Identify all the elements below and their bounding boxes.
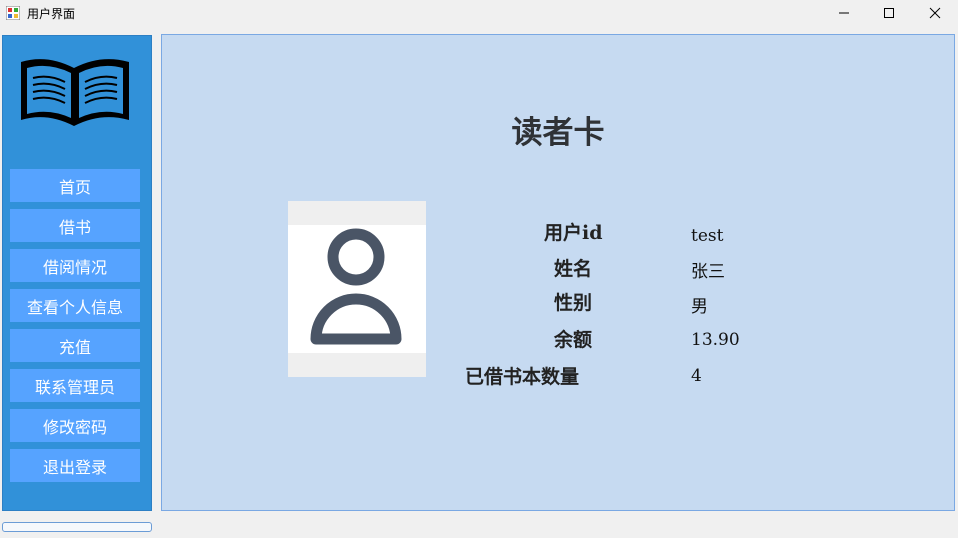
- close-icon: [929, 7, 941, 19]
- window-title: 用户界面: [27, 7, 76, 21]
- field-label-borrowed-count: 已借书本数量: [465, 366, 580, 388]
- status-progress-bar: [2, 522, 152, 532]
- nav-borrow-button[interactable]: 借书: [10, 209, 140, 242]
- nav-logout-button[interactable]: 退出登录: [10, 449, 140, 482]
- field-value-userid: test: [691, 226, 724, 246]
- field-value-borrowed-count: 4: [691, 366, 702, 386]
- nav-borrow-status-button[interactable]: 借阅情况: [10, 249, 140, 282]
- close-button[interactable]: [912, 0, 958, 26]
- minimize-button[interactable]: [821, 0, 867, 26]
- app-icon: [6, 6, 20, 20]
- minimize-icon: [839, 12, 849, 14]
- field-value-balance: 13.90: [691, 330, 740, 350]
- maximize-icon: [884, 8, 894, 18]
- field-value-name: 张三: [691, 262, 725, 282]
- sidebar: 首页 借书 借阅情况 查看个人信息 充值 联系管理员 修改密码 退出登录: [2, 35, 152, 511]
- card-title: 读者卡: [511, 115, 605, 151]
- field-label-userid: 用户id: [544, 222, 603, 244]
- book-logo-icon: [21, 59, 129, 126]
- nav-recharge-button[interactable]: 充值: [10, 329, 140, 362]
- nav-profile-button[interactable]: 查看个人信息: [10, 289, 140, 322]
- nav-change-password-button[interactable]: 修改密码: [10, 409, 140, 442]
- nav-contact-admin-button[interactable]: 联系管理员: [10, 369, 140, 402]
- user-avatar-icon: [310, 228, 402, 345]
- maximize-button[interactable]: [866, 0, 912, 26]
- reader-card-panel: 读者卡 用户id test 姓名 张三 性别 男 余额 13.90 已借书本数量…: [161, 34, 955, 511]
- avatar: [288, 201, 426, 377]
- field-label-name: 姓名: [554, 258, 593, 280]
- field-label-balance: 余额: [554, 329, 593, 351]
- field-value-gender: 男: [691, 297, 708, 317]
- title-bar: 用户界面: [0, 0, 958, 26]
- nav-home-button[interactable]: 首页: [10, 169, 140, 202]
- field-label-gender: 性别: [554, 292, 593, 314]
